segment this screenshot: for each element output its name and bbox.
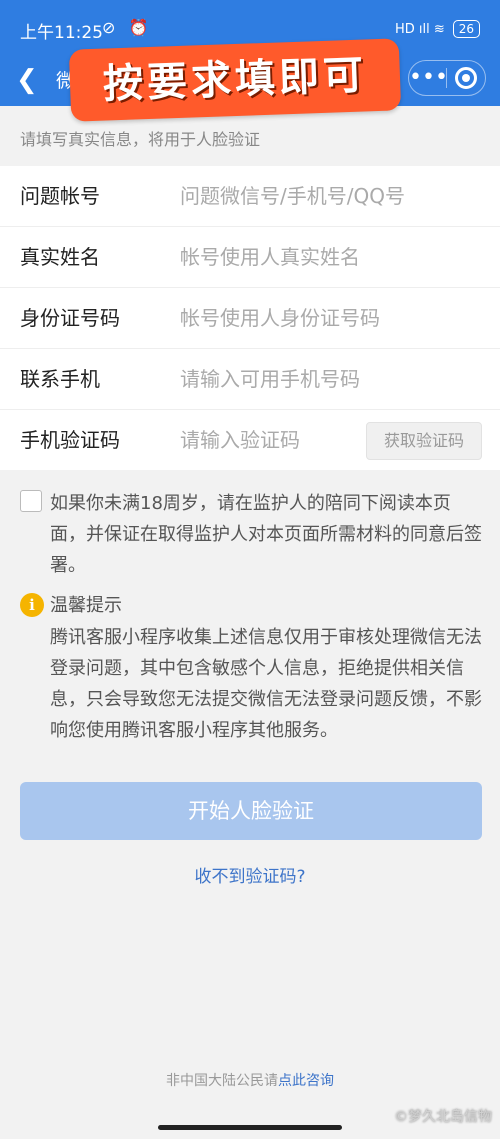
agreement-text: 如果你未满18周岁，请在监护人的陪同下阅读本页面，并保证在取得监护人对本页面所需… [50,493,482,576]
form-row-code: 手机验证码 获取验证码 [0,410,500,470]
name-input[interactable] [180,241,480,273]
form-row-name: 真实姓名 [0,227,500,288]
form-row-id: 身份证号码 [0,288,500,349]
close-mini-program-icon[interactable] [447,67,484,89]
watermark: ©梦久北岛信物 [394,1109,492,1125]
name-label: 真实姓名 [20,245,100,269]
sticker-text: 按要求填即可 [102,51,368,108]
home-indicator[interactable] [158,1125,342,1130]
account-input[interactable] [180,180,480,212]
battery-icon: 26 [452,20,480,38]
consult-link[interactable]: 点此咨询 [278,1073,334,1089]
id-number-input[interactable] [180,302,480,334]
id-number-label: 身份证号码 [20,306,120,330]
notice-title: 温馨提示 [50,595,122,616]
status-time: 上午11:25 [20,23,103,43]
notice-section: i 温馨提示 腾讯客服小程序收集上述信息仅用于审核处理微信无法登录问题，其中包含… [20,592,482,746]
identity-form: 问题帐号 真实姓名 身份证号码 联系手机 手机验证码 获取验证码 [0,166,500,470]
agreement-section: 如果你未满18周岁，请在监护人的陪同下阅读本页面，并保证在取得监护人对本页面所需… [20,488,482,581]
status-left-icons: ⊘ ⏰ [102,18,153,37]
code-label: 手机验证码 [20,428,120,452]
info-icon: i [20,593,44,617]
phone-label: 联系手机 [20,367,100,391]
more-icon[interactable]: ••• [409,63,448,93]
footer-text: 非中国大陆公民请 [166,1073,278,1089]
start-face-verification-button[interactable]: 开始人脸验证 [20,782,482,840]
back-icon[interactable]: ❮ [16,64,46,96]
overlay-sticker: 按要求填即可 [68,38,402,122]
status-right-icons: HD ıll ≋ 26 [395,20,480,38]
account-label: 问题帐号 [20,184,100,208]
form-row-account: 问题帐号 [0,166,500,227]
notice-body: 腾讯客服小程序收集上述信息仅用于审核处理微信无法登录问题，其中包含敏感个人信息，… [50,627,482,741]
network-icon: HD ıll ≋ [394,21,445,37]
get-code-button[interactable]: 获取验证码 [366,422,482,460]
agreement-checkbox[interactable] [20,490,42,512]
code-input[interactable] [180,424,360,456]
footer: 非中国大陆公民请点此咨询 [0,1070,500,1090]
phone-input[interactable] [180,363,480,395]
form-row-phone: 联系手机 [0,349,500,410]
mini-program-capsule: ••• [408,60,486,96]
page-hint: 请填写真实信息，将用于人脸验证 [20,130,261,149]
no-code-link[interactable]: 收不到验证码? [0,862,500,887]
